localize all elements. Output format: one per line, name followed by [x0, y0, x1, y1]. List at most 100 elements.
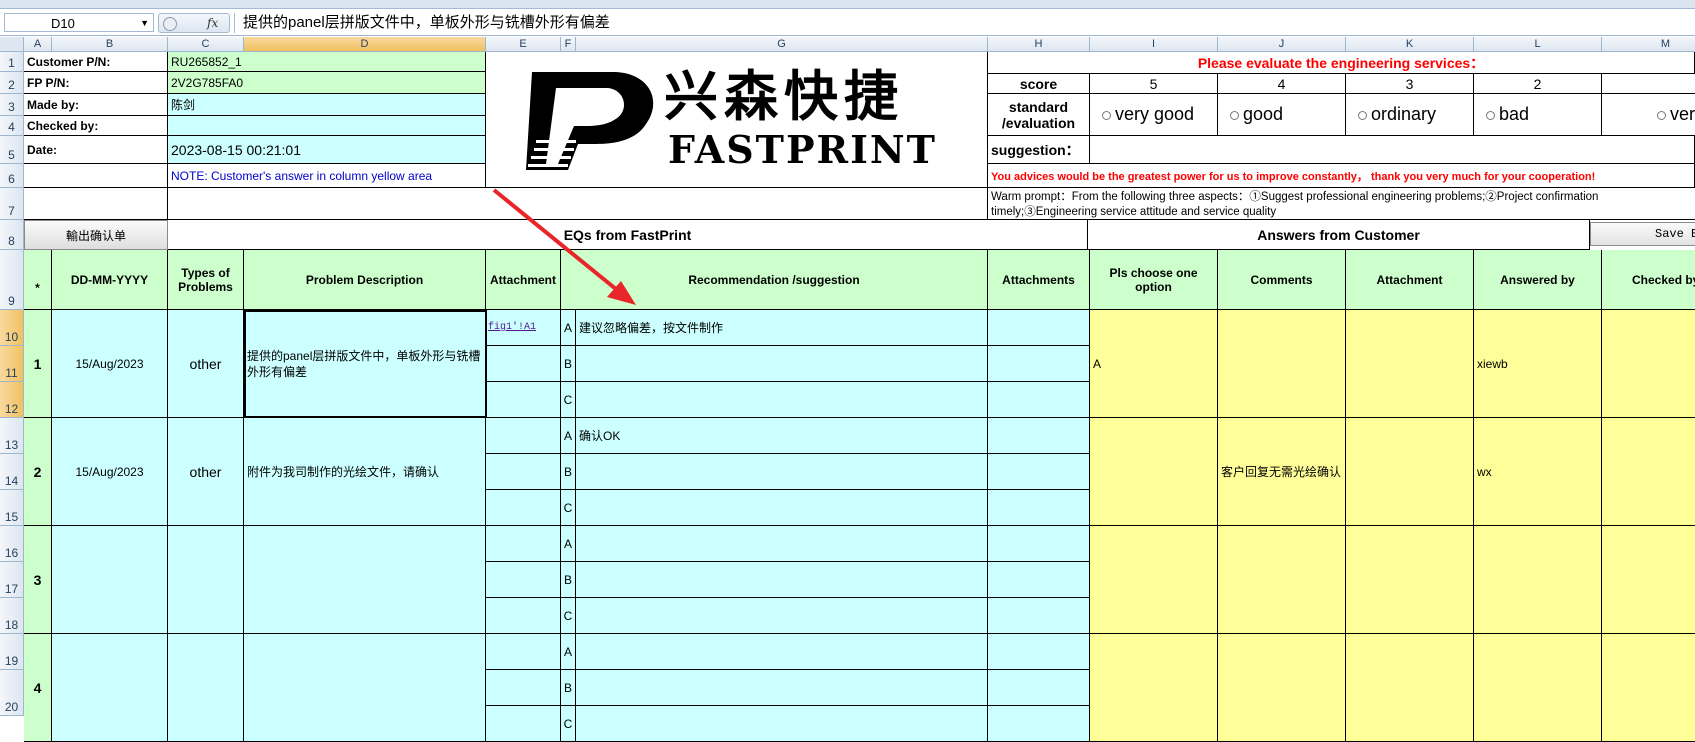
eq-attachments-cell[interactable]: [988, 490, 1090, 526]
checked-by-cell[interactable]: [1602, 526, 1695, 634]
row-header[interactable]: 7: [0, 188, 24, 220]
eq-attachment-cell[interactable]: [486, 562, 561, 598]
customer-attachment-cell[interactable]: [1346, 418, 1474, 526]
eq-attachments-cell[interactable]: [988, 562, 1090, 598]
column-header[interactable]: D: [244, 37, 486, 52]
recommendation-option[interactable]: 确认OK: [576, 418, 988, 454]
row-header[interactable]: 17: [0, 562, 24, 598]
answered-by-cell[interactable]: [1474, 634, 1602, 742]
eq-problem-description[interactable]: [244, 526, 486, 634]
comments-cell[interactable]: 客户回复无需光绘确认: [1218, 418, 1346, 526]
eq-attachment-cell[interactable]: [486, 526, 561, 562]
recommendation-option[interactable]: [576, 598, 988, 634]
name-box[interactable]: D10 ▼: [4, 13, 154, 32]
eq-attachments-cell[interactable]: [988, 526, 1090, 562]
eq-attachment-cell[interactable]: [486, 454, 561, 490]
recommendation-option[interactable]: [576, 346, 988, 382]
save-button[interactable]: Save B: [1590, 222, 1695, 246]
recommendation-option[interactable]: [576, 454, 988, 490]
column-header[interactable]: I: [1090, 37, 1218, 52]
row-header[interactable]: 15: [0, 490, 24, 526]
row-header[interactable]: 4: [0, 116, 24, 136]
eq-attachment-cell[interactable]: [486, 634, 561, 670]
row-header[interactable]: 19: [0, 634, 24, 670]
eq-attachment-cell[interactable]: fig1'!A1: [486, 310, 561, 346]
eq-attachment-cell[interactable]: [486, 490, 561, 526]
eq-attachment-cell[interactable]: [486, 706, 561, 742]
answered-by-cell[interactable]: wx: [1474, 418, 1602, 526]
eq-type[interactable]: other: [168, 310, 244, 418]
customer-attachment-cell[interactable]: [1346, 634, 1474, 742]
eq-date[interactable]: 15/Aug/2023: [52, 310, 168, 418]
customer-attachment-cell[interactable]: [1346, 310, 1474, 418]
column-header[interactable]: C: [168, 37, 244, 52]
eq-problem-description[interactable]: [244, 634, 486, 742]
evaluation-option[interactable]: bad: [1474, 94, 1602, 136]
column-header[interactable]: H: [988, 37, 1090, 52]
insert-function-icon[interactable]: fx: [207, 16, 218, 30]
column-header[interactable]: L: [1474, 37, 1602, 52]
choose-option-cell[interactable]: [1090, 526, 1218, 634]
eq-date[interactable]: [52, 526, 168, 634]
column-header[interactable]: E: [486, 37, 561, 52]
radio-button-icon[interactable]: [1102, 111, 1111, 120]
radio-button-icon[interactable]: [1486, 111, 1495, 120]
row-header[interactable]: 8: [0, 220, 24, 250]
column-header[interactable]: B: [52, 37, 168, 52]
eq-attachment-cell[interactable]: [486, 670, 561, 706]
checked-by-value[interactable]: [168, 116, 486, 136]
column-header[interactable]: G: [576, 37, 988, 52]
eq-attachment-cell[interactable]: [486, 346, 561, 382]
recommendation-option[interactable]: [576, 670, 988, 706]
radio-button-icon[interactable]: [1358, 111, 1367, 120]
eq-attachment-cell[interactable]: [486, 598, 561, 634]
recommendation-option[interactable]: [576, 526, 988, 562]
comments-cell[interactable]: [1218, 634, 1346, 742]
column-header[interactable]: A: [24, 37, 52, 52]
choose-option-cell[interactable]: A: [1090, 310, 1218, 418]
recommendation-option[interactable]: [576, 562, 988, 598]
suggestion-input[interactable]: [1090, 136, 1695, 164]
radio-button-icon[interactable]: [1657, 111, 1666, 120]
row-header[interactable]: 13: [0, 418, 24, 454]
attachment-link[interactable]: fig1'!A1: [488, 322, 536, 333]
select-all-corner[interactable]: [0, 37, 24, 52]
export-confirmation-button[interactable]: 輸出确认单: [24, 220, 168, 250]
evaluation-option[interactable]: good: [1218, 94, 1346, 136]
radio-button-icon[interactable]: [1230, 111, 1239, 120]
recommendation-option[interactable]: [576, 382, 988, 418]
column-header[interactable]: J: [1218, 37, 1346, 52]
eq-attachments-cell[interactable]: [988, 346, 1090, 382]
customer-attachment-cell[interactable]: [1346, 526, 1474, 634]
row-header[interactable]: 12: [0, 382, 24, 418]
row-header[interactable]: 18: [0, 598, 24, 634]
eq-attachments-cell[interactable]: [988, 634, 1090, 670]
eq-date[interactable]: [52, 634, 168, 742]
row-header[interactable]: 1: [0, 52, 24, 72]
recommendation-option[interactable]: [576, 634, 988, 670]
row-header[interactable]: 6: [0, 164, 24, 188]
eq-attachments-cell[interactable]: [988, 382, 1090, 418]
evaluation-option[interactable]: very: [1602, 94, 1695, 136]
comments-cell[interactable]: [1218, 310, 1346, 418]
eq-type[interactable]: [168, 526, 244, 634]
recommendation-option[interactable]: 建议忽略偏差，按文件制作: [576, 310, 988, 346]
comments-cell[interactable]: [1218, 526, 1346, 634]
row-header[interactable]: 9: [0, 250, 24, 310]
eq-problem-description[interactable]: 附件为我司制作的光绘文件，请确认: [244, 418, 486, 526]
formula-input[interactable]: 提供的panel层拼版文件中，单板外形与铣槽外形有偏差: [234, 13, 1689, 33]
eq-attachments-cell[interactable]: [988, 706, 1090, 742]
answered-by-cell[interactable]: xiewb: [1474, 310, 1602, 418]
eq-attachments-cell[interactable]: [988, 418, 1090, 454]
eq-attachments-cell[interactable]: [988, 454, 1090, 490]
eq-type[interactable]: [168, 634, 244, 742]
chevron-down-icon[interactable]: ▼: [140, 14, 149, 33]
evaluation-option[interactable]: very good: [1090, 94, 1218, 136]
blank-cell[interactable]: [24, 188, 168, 220]
eq-problem-description[interactable]: 提供的panel层拼版文件中，单板外形与铣槽外形有偏差: [244, 310, 486, 418]
choose-option-cell[interactable]: [1090, 418, 1218, 526]
row-header[interactable]: 3: [0, 94, 24, 116]
eq-type[interactable]: other: [168, 418, 244, 526]
checked-by-cell[interactable]: [1602, 634, 1695, 742]
blank-cell[interactable]: [168, 188, 988, 220]
